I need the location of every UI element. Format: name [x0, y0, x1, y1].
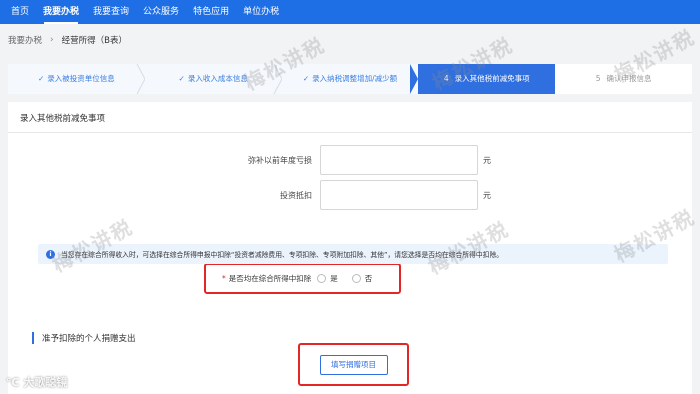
- step-5-number: 5: [595, 74, 601, 83]
- radio-yes-label: 是: [330, 274, 338, 283]
- loss-offset-row: 弥补以前年度亏损 元: [210, 145, 491, 175]
- investment-deduction-unit: 元: [483, 190, 491, 200]
- nav-special-apps[interactable]: 特色应用: [186, 0, 236, 24]
- info-icon: i: [46, 249, 55, 259]
- deduction-choice-group: * 是否均在综合所得中扣除 是 否: [204, 263, 401, 294]
- radio-circle-icon[interactable]: [317, 274, 327, 283]
- investment-deduction-label: 投资抵扣: [280, 190, 312, 200]
- step-3[interactable]: ✓ 录入纳税调整增加/减少额: [281, 64, 419, 94]
- breadcrumb-parent[interactable]: 我要办税: [8, 34, 42, 46]
- step-1[interactable]: ✓ 录入被投资单位信息: [8, 64, 146, 94]
- step-5[interactable]: 5 确认申报信息: [555, 64, 692, 94]
- check-icon: ✓: [178, 74, 185, 83]
- fill-donation-button[interactable]: 填写捐赠项目: [319, 354, 388, 375]
- required-mark: *: [222, 274, 226, 283]
- info-notice-text: 当您存在综合所得收入时，可选择在综合所得申报中扣除“投资者减除费用、专项扣除、专…: [61, 251, 504, 259]
- fill-donation-highlight: 填写捐赠项目: [298, 343, 409, 386]
- breadcrumb-current: 经营所得（B表）: [61, 36, 127, 46]
- step-2-label: 录入收入成本信息: [187, 74, 248, 83]
- divider: [8, 132, 692, 133]
- nav-home[interactable]: 首页: [4, 0, 36, 24]
- nav-query[interactable]: 我要查询: [86, 0, 136, 24]
- footer-logo: ℃ 大歌聪镜: [6, 374, 67, 390]
- deduction-choice-question: 是否均在综合所得中扣除: [228, 274, 312, 283]
- section-accent-bar: [32, 332, 34, 344]
- loss-offset-unit: 元: [483, 155, 491, 165]
- top-nav: 首页 我要办税 我要查询 公众服务 特色应用 单位办税: [0, 0, 700, 24]
- card-title: 录入其他税前减免事项: [20, 114, 106, 124]
- chevron-right-icon: ›: [50, 35, 54, 45]
- step-4-number: 4: [443, 74, 449, 83]
- logo-icon: ℃: [6, 375, 20, 389]
- loss-offset-input[interactable]: [320, 145, 478, 175]
- step-progress: ✓ 录入被投资单位信息 ✓ 录入收入成本信息 ✓ 录入纳税调整增加/减少额 4 录入其他…: [8, 64, 692, 94]
- nav-public-service[interactable]: 公众服务: [136, 0, 186, 24]
- step-4-label: 录入其他税前减免事项: [454, 74, 530, 83]
- step-1-label: 录入被投资单位信息: [47, 74, 115, 83]
- donation-section-title: 准予扣除的个人捐赠支出: [42, 334, 136, 344]
- donation-section-header: 准予扣除的个人捐赠支出: [32, 332, 136, 344]
- info-notice: i 当您存在综合所得收入时，可选择在综合所得申报中扣除“投资者减除费用、专项扣除…: [38, 244, 668, 264]
- radio-no[interactable]: 否: [351, 273, 373, 284]
- step-5-label: 确认申报信息: [606, 74, 652, 83]
- step-4[interactable]: 4 录入其他税前减免事项: [418, 64, 557, 94]
- investment-deduction-input[interactable]: [320, 180, 478, 210]
- radio-circle-icon[interactable]: [351, 274, 361, 283]
- investment-deduction-row: 投资抵扣 元: [210, 180, 491, 210]
- nav-unit-tax[interactable]: 单位办税: [236, 0, 286, 24]
- radio-no-label: 否: [364, 274, 373, 283]
- nav-tax-handling[interactable]: 我要办税: [36, 0, 86, 24]
- breadcrumb: 我要办税 › 经营所得（B表）: [0, 24, 700, 56]
- footer-logo-text: 大歌聪镜: [23, 376, 68, 389]
- step-3-label: 录入纳税调整增加/减少额: [312, 74, 398, 83]
- loss-offset-label: 弥补以前年度亏损: [248, 155, 312, 165]
- check-icon: ✓: [302, 74, 310, 83]
- step-2[interactable]: ✓ 录入收入成本信息: [144, 64, 283, 94]
- check-icon: ✓: [38, 74, 45, 83]
- radio-yes[interactable]: 是: [317, 273, 338, 284]
